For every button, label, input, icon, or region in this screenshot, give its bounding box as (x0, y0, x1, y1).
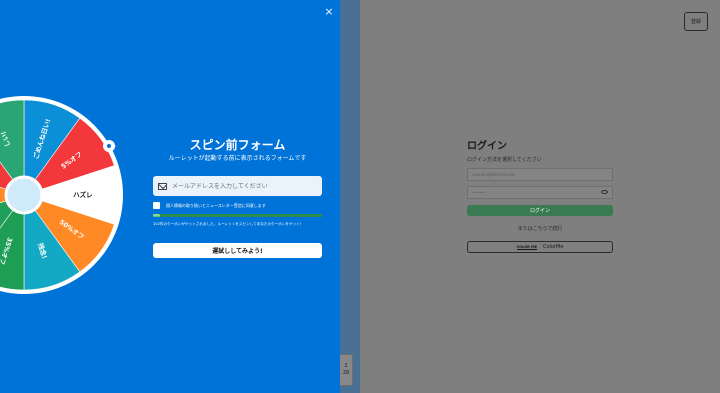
login-email-field[interactable]: coupon@fdemesa.jbn (467, 168, 613, 181)
roulette-wheel[interactable]: ごめんね日い!5%オフハズレ50%オフ残念!35%オフしい! (0, 0, 160, 393)
coupon-note: 102件のクーポンがゲットされました。ルーレットをスピンしてあなたのクーポンをゲ… (153, 222, 304, 226)
login-email-placeholder: coupon@fdemesa.jbn (472, 172, 516, 177)
login-password-mask: •••••• (472, 190, 487, 195)
login-subtitle: ログイン方法を選択してください (467, 157, 542, 163)
form-subtitle: ルーレットが起動する前に表示されるフォームです (168, 155, 307, 162)
eye-icon[interactable] (601, 190, 608, 194)
agree-checkbox[interactable] (153, 202, 160, 209)
agree-label: 個人情報の取り扱いとニュースレター受信に同意します (166, 202, 266, 208)
login-button[interactable]: ログイン (467, 205, 613, 216)
wheel-hub (4, 175, 44, 215)
side-tab[interactable]: 2 28 (339, 354, 353, 386)
login-or-text: またはこちらで続行 (517, 226, 563, 232)
spin-modal: ごめんね日い! 5%オフ ハズレ 50%オフ 残念! 35%オフ しい! × スピン前フォー… (0, 0, 340, 393)
email-input[interactable] (172, 182, 312, 190)
colorme-label: ColorMe (542, 244, 564, 250)
mail-icon (158, 182, 167, 190)
side-tab-line1: 2 (344, 363, 348, 369)
colorme-login-button[interactable]: COLOR ME ColorMe (467, 241, 613, 253)
progress-label: 10% (153, 213, 160, 217)
login-password-field[interactable]: •••••• (467, 186, 613, 199)
form-title: スピン前フォーム (189, 138, 286, 152)
login-panel: ログイン ログイン方法を選択してください coupon@fdemesa.jbn … (467, 137, 613, 253)
email-field[interactable] (153, 176, 322, 196)
agree-row[interactable]: 個人情報の取り扱いとニュースレター受信に同意します (153, 202, 266, 209)
wheel-segment-label: ハズレ (73, 190, 93, 199)
register-button[interactable]: 登録 (684, 12, 708, 31)
login-title: ログイン (467, 141, 507, 152)
background-strip (340, 0, 360, 393)
progress-bar (153, 214, 322, 217)
colorme-logo: COLOR ME (516, 244, 537, 250)
close-icon[interactable]: × (323, 6, 335, 18)
wheel-pointer-icon (103, 140, 116, 152)
try-button[interactable]: 運試ししてみよう! (153, 243, 322, 258)
side-tab-line2: 28 (342, 370, 350, 376)
